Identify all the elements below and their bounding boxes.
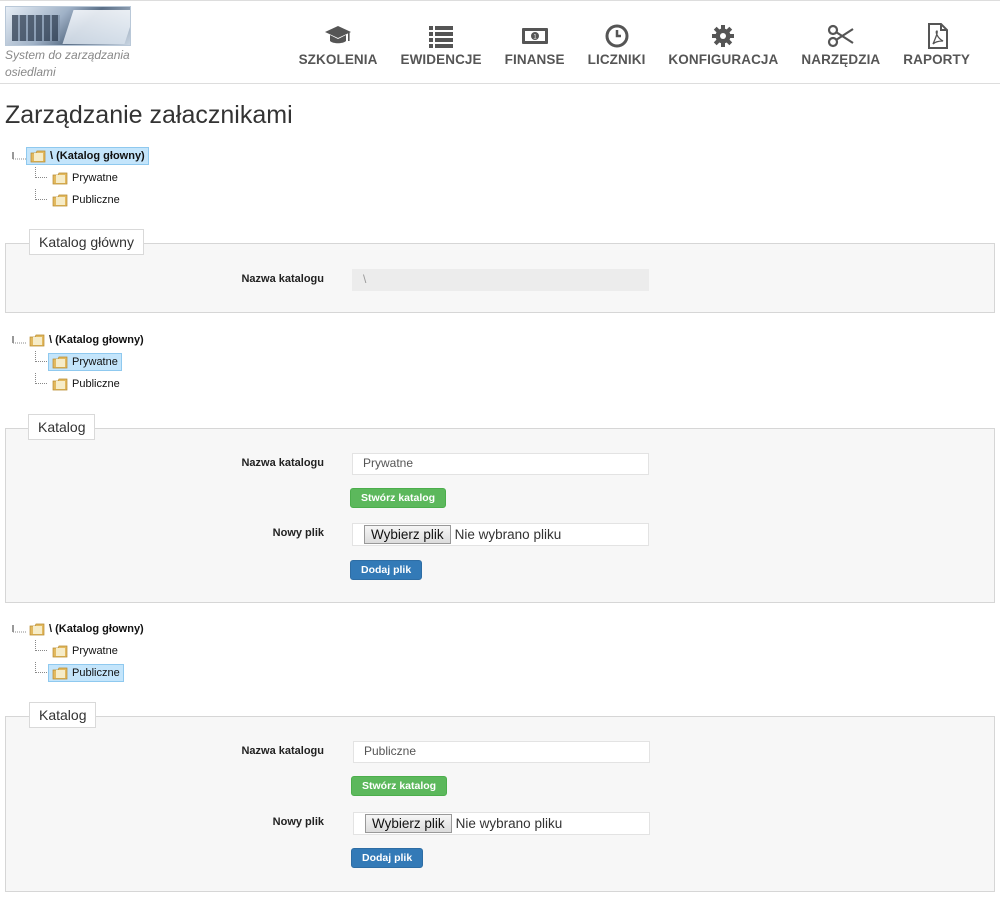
- nav-label: KONFIGURACJA: [668, 52, 779, 67]
- tree-node-publiczne: Publiczne: [12, 189, 149, 211]
- folder-icon: [52, 645, 68, 657]
- name-label: Nazwa katalogu: [241, 273, 324, 285]
- folder-icon: [52, 356, 68, 368]
- tree-root-text: \ (Katalog głowny): [50, 150, 145, 162]
- panel-katalog-glowny: Katalog główny Nazwa katalogu \: [5, 229, 995, 313]
- folder-icon: [52, 172, 68, 184]
- name-row: Nazwa katalogu Publiczne: [6, 741, 994, 763]
- gear-icon: [712, 25, 735, 47]
- tree-child-text: Publiczne: [72, 378, 120, 390]
- create-directory-button[interactable]: Stwórz katalog: [351, 776, 448, 796]
- nav-label: SZKOLENIA: [298, 52, 378, 67]
- nav-label: FINANSE: [504, 52, 565, 67]
- folder-icon: [29, 623, 45, 635]
- nav-label: EWIDENCJE: [400, 52, 482, 67]
- nav-ewidencje[interactable]: EWIDENCJE: [400, 23, 482, 67]
- tree-node-prywatne: Prywatne: [12, 351, 147, 373]
- panel-legend: Katalog: [28, 414, 96, 440]
- tree-child-text: Prywatne: [72, 356, 118, 368]
- nav-narzedzia[interactable]: NARZĘDZIA: [801, 23, 880, 67]
- file-status: Nie wybrano pliku: [454, 527, 562, 542]
- name-label: Nazwa katalogu: [241, 457, 324, 469]
- file-input[interactable]: Wybierz plik Nie wybrano pliku: [352, 523, 649, 546]
- file-row: Nowy plik Wybierz plik Nie wybrano pliku: [6, 812, 994, 835]
- folder-tree: \ (Katalog głowny) Prywatne Publiczne: [12, 618, 147, 684]
- folder-icon: [52, 194, 68, 206]
- tree-child-text: Publiczne: [72, 194, 120, 206]
- folder-icon: [52, 378, 68, 390]
- panel-katalog-publiczne: Katalog Nazwa katalogu Publiczne Stwórz …: [5, 702, 995, 892]
- nav-raporty[interactable]: RAPORTY: [903, 23, 970, 67]
- choose-file-button[interactable]: Wybierz plik: [365, 814, 452, 833]
- tree-label-publiczne[interactable]: Publiczne: [49, 191, 123, 209]
- nav-label: NARZĘDZIA: [801, 52, 881, 67]
- logo-text: System do zarządzania osiedlami: [5, 48, 130, 79]
- name-label: Nazwa katalogu: [241, 745, 324, 757]
- add-file-button[interactable]: Dodaj plik: [350, 560, 423, 580]
- tree-child-text: Prywatne: [72, 172, 118, 184]
- name-row: Nazwa katalogu Prywatne: [6, 453, 994, 475]
- tree-child-text: Prywatne: [72, 645, 118, 657]
- tree-node-publiczne: Publiczne: [12, 373, 147, 395]
- tree-label-prywatne[interactable]: Prywatne: [48, 353, 122, 371]
- nav-liczniki[interactable]: LICZNIKI: [588, 23, 646, 67]
- tree-node-root: \ (Katalog głowny): [12, 618, 147, 640]
- file-status: Nie wybrano pliku: [455, 816, 563, 831]
- folder-tree: \ (Katalog głowny) Prywatne Publiczne: [12, 329, 147, 395]
- folder-icon: [30, 150, 46, 162]
- top-navbar: System do zarządzania osiedlami SZKOLENI…: [0, 0, 1000, 84]
- scissors-icon: [827, 24, 854, 48]
- tree-label-prywatne[interactable]: Prywatne: [49, 169, 121, 187]
- tree-label-publiczne[interactable]: Publiczne: [48, 664, 124, 682]
- panel-legend: Katalog główny: [29, 229, 144, 255]
- nav-finanse[interactable]: 1 FINANSE: [505, 23, 565, 67]
- file-label: Nowy plik: [272, 816, 324, 828]
- tree-label-root[interactable]: \ (Katalog głowny): [26, 331, 147, 349]
- tree-root-connector: [12, 152, 26, 160]
- tree-root-text: \ (Katalog głowny): [49, 623, 144, 635]
- directory-name-input[interactable]: Prywatne: [352, 453, 649, 475]
- tree-label-root[interactable]: \ (Katalog głowny): [26, 147, 149, 165]
- pdf-file-icon: [927, 23, 948, 49]
- name-row: Nazwa katalogu \: [6, 269, 994, 291]
- main-nav: SZKOLENIA EWIDENCJE 1 FINANSE LICZNIKI K…: [299, 23, 970, 67]
- tree-node-root: \ (Katalog głowny): [12, 145, 149, 167]
- page-title: Zarządzanie załacznikami: [5, 101, 293, 129]
- tree-root-connector: [12, 336, 26, 344]
- tree-label-prywatne[interactable]: Prywatne: [49, 642, 121, 660]
- choose-file-button[interactable]: Wybierz plik: [364, 525, 451, 544]
- clock-icon: [605, 24, 629, 48]
- tree-node-prywatne: Prywatne: [12, 640, 147, 662]
- tree-child-text: Publiczne: [72, 667, 120, 679]
- directory-name-field: \: [352, 269, 649, 291]
- directory-name-input[interactable]: Publiczne: [353, 741, 650, 763]
- panel-legend: Katalog: [29, 702, 97, 728]
- graduation-cap-icon: [325, 26, 352, 44]
- money-icon: 1: [521, 28, 548, 44]
- folder-icon: [52, 667, 68, 679]
- folder-icon: [29, 334, 45, 346]
- create-directory-button[interactable]: Stwórz katalog: [350, 488, 447, 508]
- panel-katalog-prywatne: Katalog Nazwa katalogu Prywatne Stwórz k…: [5, 414, 995, 603]
- list-icon: [429, 26, 454, 48]
- nav-szkolenia[interactable]: SZKOLENIA: [299, 23, 378, 67]
- tree-node-publiczne: Publiczne: [12, 662, 147, 684]
- nav-konfiguracja[interactable]: KONFIGURACJA: [668, 23, 778, 67]
- folder-tree: \ (Katalog głowny) Prywatne Publiczne: [12, 145, 149, 211]
- tree-node-prywatne: Prywatne: [12, 167, 149, 189]
- tree-node-root: \ (Katalog głowny): [12, 329, 147, 351]
- file-row: Nowy plik Wybierz plik Nie wybrano pliku: [6, 523, 994, 546]
- logo-image[interactable]: [5, 6, 131, 46]
- add-file-button[interactable]: Dodaj plik: [351, 848, 424, 868]
- tree-label-root[interactable]: \ (Katalog głowny): [26, 620, 147, 638]
- tree-root-text: \ (Katalog głowny): [49, 334, 144, 346]
- tree-label-publiczne[interactable]: Publiczne: [49, 375, 123, 393]
- nav-label: LICZNIKI: [587, 52, 646, 67]
- file-input[interactable]: Wybierz plik Nie wybrano pliku: [353, 812, 650, 835]
- nav-label: RAPORTY: [903, 52, 970, 67]
- file-label: Nowy plik: [272, 527, 324, 539]
- tree-root-connector: [12, 625, 26, 633]
